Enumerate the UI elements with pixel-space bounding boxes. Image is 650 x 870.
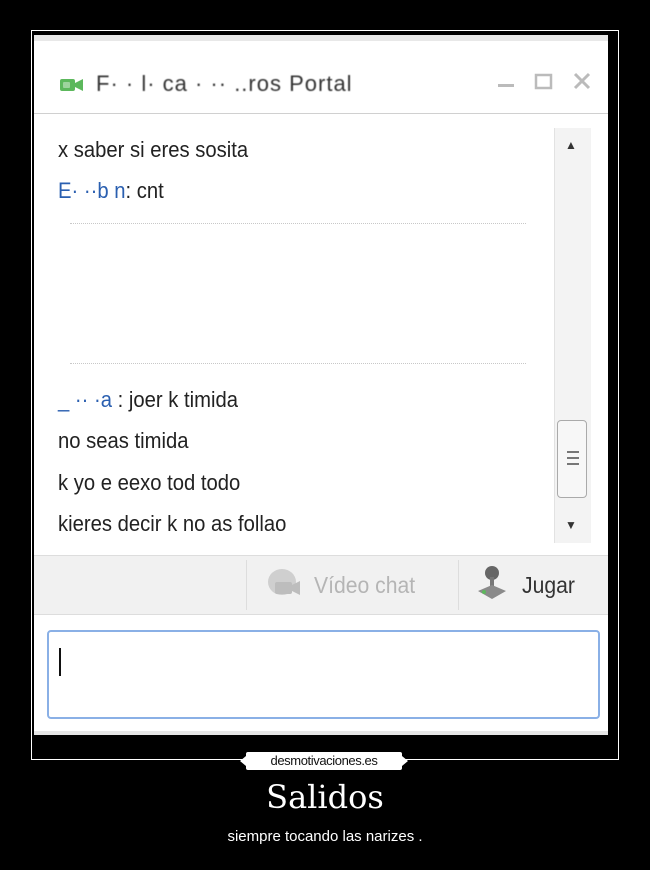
message-text: x saber si eres sosita <box>58 137 249 162</box>
poster-title: Salidos <box>266 778 384 816</box>
message-text: no seas timida <box>58 428 189 453</box>
message-text: k yo e eexo tod todo <box>58 470 241 495</box>
chat-message: E· ··b n: cnt <box>58 178 164 204</box>
message-divider <box>70 223 526 224</box>
chat-message: x saber si eres sosita <box>58 137 248 163</box>
title-bar: F· · l· ca · ·· ..ros Portal <box>34 41 608 113</box>
play-game-label: Jugar <box>522 571 575 598</box>
message-divider <box>70 363 526 364</box>
close-icon[interactable] <box>572 71 592 95</box>
chat-toolbar: Vídeo chat Jugar <box>34 555 608 615</box>
video-chat-button[interactable]: Vídeo chat <box>266 556 424 614</box>
message-scrollbar[interactable]: ▲ ▼ <box>554 128 591 543</box>
sender-name: _ ·· ·a <box>58 387 112 412</box>
chat-message: kieres decir k no as follao <box>58 511 286 537</box>
poster-subtitle: siempre tocando las narizes . <box>227 828 423 845</box>
title-separator <box>34 113 608 114</box>
scroll-up-icon[interactable]: ▲ <box>565 138 577 152</box>
chat-title: F· · l· ca · ·· ..ros Portal <box>96 71 353 96</box>
joystick-icon <box>476 565 508 606</box>
bottom-strip <box>34 731 608 735</box>
video-chat-label: Vídeo chat <box>314 571 416 598</box>
message-text: : joer k timida <box>111 387 238 412</box>
play-game-button[interactable]: Jugar <box>476 556 580 614</box>
chat-message: no seas timida <box>58 428 189 454</box>
message-text: kieres decir k no as follao <box>58 511 287 536</box>
video-camera-icon <box>60 77 84 98</box>
chat-window: F· · l· ca · ·· ..ros Portal x saber si … <box>34 35 608 735</box>
sender-name: E· ··b n <box>58 178 126 203</box>
chat-message: k yo e eexo tod todo <box>58 470 240 496</box>
video-chat-icon <box>266 566 302 605</box>
maximize-icon[interactable] <box>534 71 554 95</box>
message-list: x saber si eres sosita E· ··b n: cnt _ ·… <box>34 123 554 553</box>
site-watermark: desmotivaciones.es <box>240 752 408 770</box>
scroll-down-icon[interactable]: ▼ <box>565 518 577 532</box>
minimize-icon[interactable] <box>496 71 516 95</box>
message-text: : cnt <box>125 178 164 203</box>
scrollbar-thumb[interactable] <box>557 420 587 498</box>
text-caret <box>59 648 61 676</box>
message-input[interactable] <box>47 630 600 719</box>
chat-message: _ ·· ·a : joer k timida <box>58 387 238 413</box>
